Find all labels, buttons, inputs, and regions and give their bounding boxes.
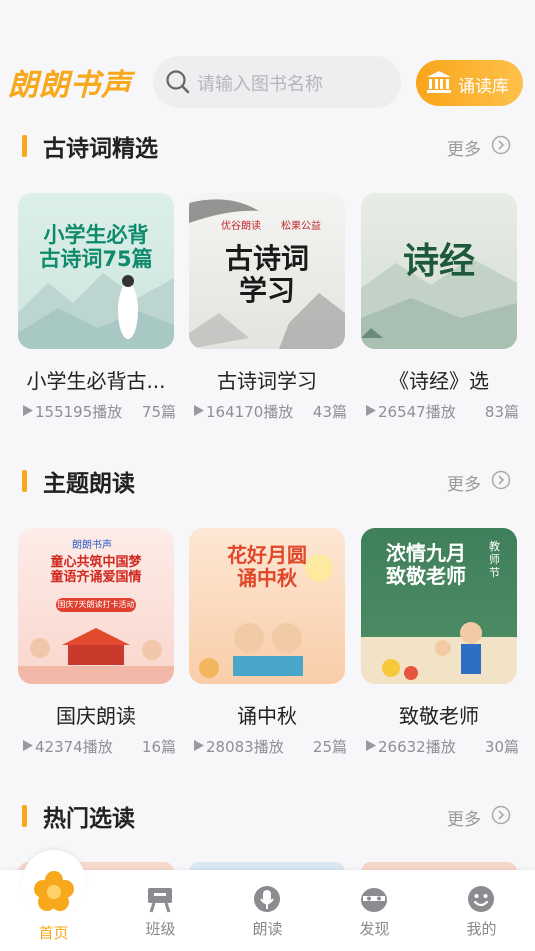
book-stats: 28083播放 25篇: [189, 736, 349, 756]
book-card[interactable]: 小学生必背 古诗词75篇 小学生必背古... 155195播放 75篇: [18, 193, 176, 433]
book-cover[interactable]: 优谷朗读 松果公益 古诗词 学习: [189, 193, 345, 349]
cover-title: 浓情九月 致敬老师: [386, 541, 466, 588]
section-title: 主题朗读: [43, 471, 135, 497]
cover-brand-b: 松果公益: [281, 221, 321, 232]
chapter-count: 16篇: [141, 738, 176, 756]
app-logo: 朗朗书声: [8, 68, 132, 103]
book-cover[interactable]: 诗经: [361, 193, 517, 349]
cover-title: 小学生必背 古诗词75篇: [39, 223, 153, 272]
library-icon: [427, 71, 451, 93]
book-stats: 155195播放 75篇: [18, 401, 178, 421]
chevron-right-icon: [491, 805, 511, 825]
tab-class[interactable]: 班级: [107, 870, 214, 951]
book-cover[interactable]: 朗朗书声 童心共筑中国梦 童语齐诵爱国情 国庆7天朗读打卡活动: [18, 528, 174, 684]
section-title: 古诗词精选: [43, 136, 158, 162]
microphone-icon: [254, 886, 280, 912]
play-icon: [23, 740, 33, 751]
tab-label: 发现: [359, 920, 390, 938]
chapter-count: 75篇: [141, 403, 176, 421]
book-stats: 26547播放 83篇: [361, 401, 521, 421]
book-title: 国庆朗读: [56, 704, 136, 728]
more-button[interactable]: 更多: [447, 133, 517, 160]
chapter-count: 43篇: [312, 403, 347, 421]
play-count: 28083播放: [206, 738, 284, 756]
library-button[interactable]: 诵读库: [416, 60, 523, 106]
book-title: 小学生必背古...: [26, 369, 166, 393]
book-cover[interactable]: 花好月圆 诵中秋: [189, 528, 345, 684]
cover-badge: 朗朗书声: [72, 540, 112, 551]
play-count: 164170播放: [206, 403, 294, 421]
search-icon: [166, 70, 190, 94]
tab-label: 朗读: [252, 920, 283, 938]
tab-label: 首页: [38, 924, 69, 942]
book-stats: 26632播放 30篇: [361, 736, 521, 756]
class-icon: [148, 888, 172, 913]
book-title: 致敬老师: [399, 704, 479, 728]
bottom-tab-bar: 首页 班级 朗读 发现 我的: [0, 850, 535, 951]
discover-icon: [361, 888, 387, 912]
flower-icon: [34, 871, 74, 911]
cover-title: 古诗词 学习: [224, 242, 309, 308]
book-stats: 164170播放 43篇: [189, 401, 349, 421]
section-accent-bar: [22, 135, 27, 157]
play-icon: [194, 405, 204, 416]
section-header-classic-poems: 古诗词精选 更多: [0, 127, 535, 167]
book-title: 古诗词学习: [217, 369, 317, 393]
tab-label: 班级: [145, 920, 176, 938]
cover-brand-a: 优谷朗读: [221, 221, 261, 232]
tab-discover[interactable]: 发现: [321, 870, 428, 951]
play-count: 155195播放: [35, 403, 123, 421]
play-count: 26547播放: [378, 403, 456, 421]
cover-title: 诗经: [402, 241, 475, 282]
book-cover[interactable]: 浓情九月 致敬老师 教师节: [361, 528, 517, 684]
more-label: 更多: [447, 810, 481, 830]
book-card[interactable]: 浓情九月 致敬老师 教师节 致敬老师 26632播放 30篇: [361, 528, 519, 768]
section-accent-bar: [22, 470, 27, 492]
more-label: 更多: [447, 475, 481, 495]
chapter-count: 30篇: [484, 738, 519, 756]
book-cover[interactable]: 小学生必背 古诗词75篇: [18, 193, 174, 349]
section-accent-bar: [22, 805, 27, 827]
book-card[interactable]: 诗经 《诗经》选 26547播放 83篇: [361, 193, 519, 433]
more-button[interactable]: 更多: [447, 468, 517, 495]
play-count: 42374播放: [35, 738, 113, 756]
more-label: 更多: [447, 140, 481, 160]
search-placeholder: 请输入图书名称: [197, 74, 323, 95]
chevron-right-icon: [491, 470, 511, 490]
cover-subtitle: 国庆7天朗读打卡活动: [56, 598, 136, 612]
section-header-theme-reading: 主题朗读 更多: [0, 462, 535, 502]
tab-home[interactable]: 首页: [0, 850, 107, 951]
book-card[interactable]: 优谷朗读 松果公益 古诗词 学习 古诗词学习 164170播放 43篇: [189, 193, 347, 433]
section-header-popular: 热门选读 更多: [0, 797, 535, 837]
play-icon: [194, 740, 204, 751]
play-icon: [23, 405, 33, 416]
book-title: 诵中秋: [237, 704, 297, 728]
cover-title: 花好月圆 诵中秋: [227, 543, 307, 590]
more-button[interactable]: 更多: [447, 803, 517, 830]
book-card[interactable]: 花好月圆 诵中秋 诵中秋 28083播放 25篇: [189, 528, 347, 768]
play-count: 26632播放: [378, 738, 456, 756]
tab-label: 我的: [466, 920, 497, 938]
play-icon: [366, 740, 376, 751]
library-label: 诵读库: [458, 77, 509, 97]
book-card[interactable]: 朗朗书声 童心共筑中国梦 童语齐诵爱国情 国庆7天朗读打卡活动 国庆朗读 423…: [18, 528, 176, 768]
cover-side-label: 教师节: [489, 540, 500, 580]
book-stats: 42374播放 16篇: [18, 736, 178, 756]
chapter-count: 25篇: [312, 738, 347, 756]
section-title: 热门选读: [43, 806, 135, 832]
tab-me[interactable]: 我的: [428, 870, 535, 951]
header: 朗朗书声 请输入图书名称 诵读库: [0, 56, 535, 108]
cover-title: 童心共筑中国梦 童语齐诵爱国情: [50, 555, 142, 585]
search-input[interactable]: 请输入图书名称: [153, 56, 401, 108]
chapter-count: 83篇: [484, 403, 519, 421]
chevron-right-icon: [491, 135, 511, 155]
smile-face-icon: [468, 886, 494, 912]
book-title: 《诗经》选: [389, 369, 489, 393]
play-icon: [366, 405, 376, 416]
tab-read[interactable]: 朗读: [214, 870, 321, 951]
